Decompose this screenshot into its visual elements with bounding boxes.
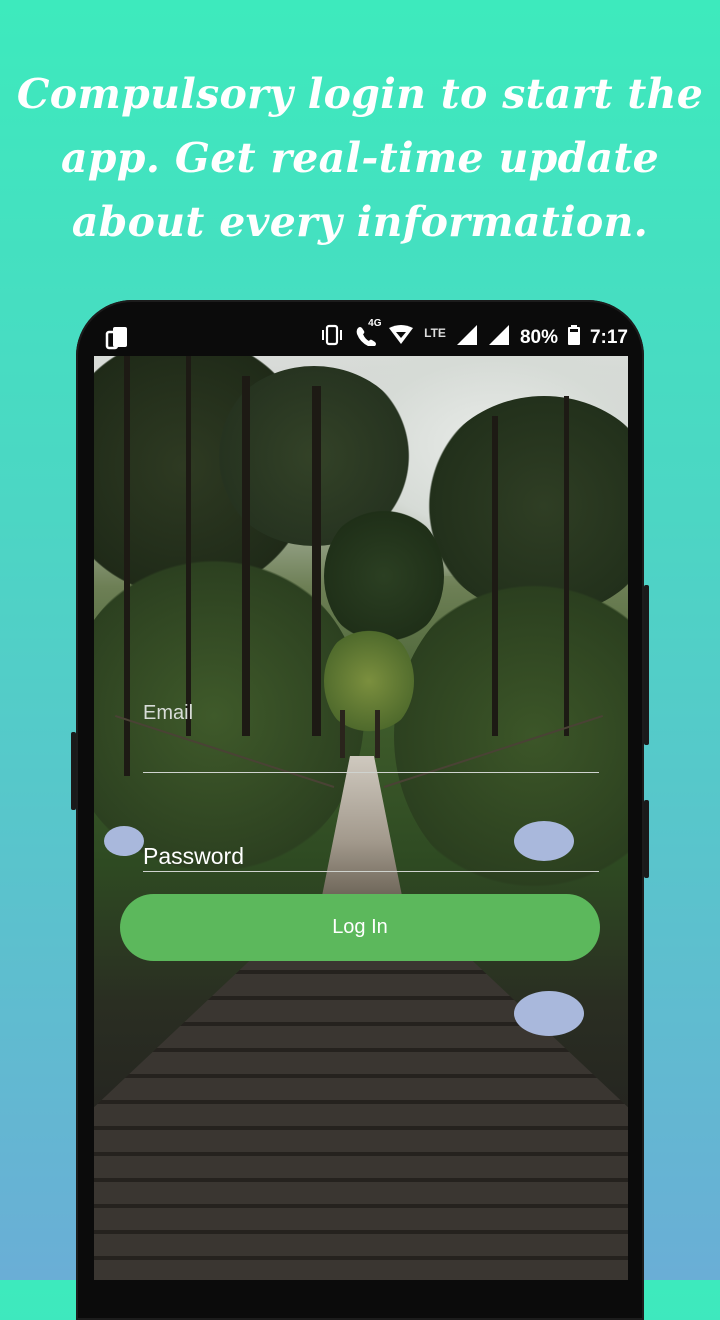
lte-label: LTE <box>424 326 446 340</box>
battery-icon <box>567 325 580 351</box>
signal-icon-1 <box>456 325 478 351</box>
headline: Compulsory login to start the app. Get r… <box>0 62 720 254</box>
wifi-call-icon: 4G <box>354 318 382 352</box>
password-input[interactable]: Password <box>143 843 244 870</box>
wifi-icon <box>388 325 414 351</box>
headline-line-3: about every information. <box>71 198 649 246</box>
email-input[interactable]: Email <box>143 702 193 725</box>
headline-line-2: app. Get real-time update <box>60 134 660 182</box>
signal-icon-2 <box>488 325 510 351</box>
power-button <box>644 585 649 745</box>
clock: 7:17 <box>589 327 628 348</box>
password-underline <box>143 871 599 872</box>
status-bar: 4G LTE 80% 7:17 <box>94 318 628 356</box>
network-4g-label: 4G <box>368 318 382 329</box>
battery-percent: 80% <box>519 327 558 348</box>
login-button[interactable]: Log In <box>120 894 600 961</box>
volume-button <box>71 732 76 810</box>
email-underline <box>143 772 599 773</box>
login-screen: Email Password Log In <box>94 356 628 1280</box>
screen-mirror-icon <box>104 326 132 355</box>
headline-line-1: Compulsory login to start the <box>16 70 704 118</box>
side-button <box>644 800 649 878</box>
vibrate-icon <box>320 324 344 352</box>
